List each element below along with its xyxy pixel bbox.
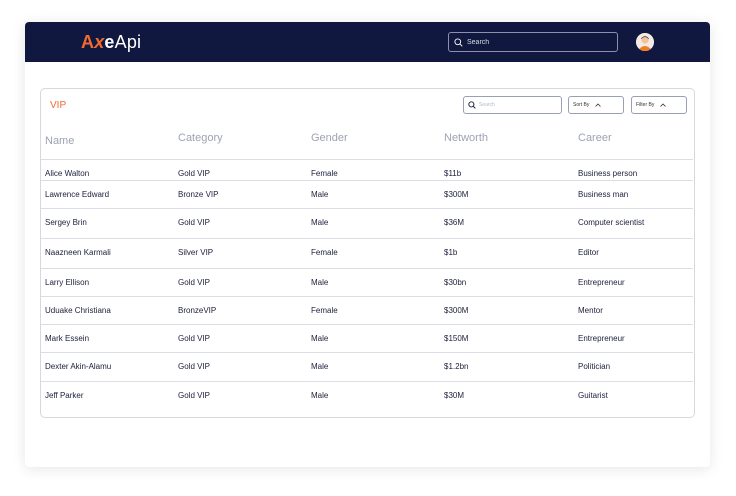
table-row[interactable]: Naazneen Karmali Silver VIP Female $1b E… [41,238,693,267]
table-row[interactable]: Lawrence Edward Bronze VIP Male $300M Bu… [41,180,693,209]
cell-gender: Male [311,190,329,199]
cell-gender: Male [311,334,329,343]
cell-career: Computer scientist [578,218,645,227]
top-navbar: Ax e Api [25,22,710,62]
table-row[interactable]: Sergey Brin Gold VIP Male $36M Computer … [41,208,693,237]
cell-gender: Male [311,391,329,400]
table-row[interactable]: Jeff Parker Gold VIP Male $30M Guitarist [41,381,693,410]
card-title: VIP [50,100,67,111]
column-header-networth[interactable]: Networth [444,132,488,144]
cell-gender: Female [311,248,338,257]
cell-networth: $1b [444,248,458,257]
logo-api-text: Api [114,31,142,52]
cell-name: Dexter Akin-Alamu [45,362,112,371]
cell-name: Sergey Brin [45,218,87,227]
cell-gender: Female [311,169,338,178]
cell-career: Politician [578,362,611,371]
column-header-career[interactable]: Career [578,132,612,144]
cell-category: Gold VIP [178,278,211,287]
table-header: Name Category Gender Networth Career [41,132,696,152]
cell-name: Jeff Parker [45,391,84,400]
cell-category: Gold VIP [178,362,211,371]
sort-by-label: Sort By [573,102,590,108]
table-row[interactable]: Uduake Christiana BronzeVIP Female $300M… [41,296,693,325]
header-search-box[interactable] [448,32,618,52]
table-row[interactable]: Dexter Akin-Alamu Gold VIP Male $1.2bn P… [41,352,693,381]
cell-networth: $300M [444,190,469,199]
cell-category: Gold VIP [178,169,211,178]
filter-by-label: Filter By [636,102,655,108]
cell-networth: $1.2bn [444,362,469,371]
cell-career: Guitarist [578,391,608,400]
column-header-gender[interactable]: Gender [311,132,348,144]
chevron-up-icon [660,103,667,107]
cell-networth: $11b [444,169,462,178]
logo-letter-e: e [104,31,115,52]
cell-career: Editor [578,248,599,257]
logo-letter-a: A [81,31,95,52]
filter-by-dropdown[interactable]: Filter By [631,96,687,114]
cell-category: Silver VIP [178,248,214,257]
cell-name: Lawrence Edward [45,190,110,199]
cell-category: Gold VIP [178,218,211,227]
cell-category: BronzeVIP [178,306,217,315]
cell-networth: $36M [444,218,465,227]
logo[interactable]: Ax e Api [81,32,141,52]
table-search-box[interactable] [463,96,562,114]
cell-category: Gold VIP [178,391,211,400]
cell-career: Mentor [578,306,603,315]
table-row[interactable]: Larry Ellison Gold VIP Male $30bn Entrep… [41,268,693,297]
cell-career: Business person [578,169,638,178]
search-icon [454,37,463,47]
cell-category: Bronze VIP [178,190,219,199]
table-row[interactable]: Mark Essein Gold VIP Male $150M Entrepre… [41,324,693,353]
table-search-input[interactable] [479,102,557,108]
cell-category: Gold VIP [178,334,211,343]
column-header-category[interactable]: Category [178,132,223,144]
cell-networth: $30M [444,391,465,400]
chevron-up-icon [595,103,602,107]
cell-name: Larry Ellison [45,278,90,287]
cell-career: Entrepreneur [578,334,625,343]
column-header-name[interactable]: Name [45,135,74,147]
cell-gender: Male [311,218,329,227]
app-window: AxeApi VIP [25,22,710,467]
logo-letter-x: x [94,31,105,52]
cell-networth: $300M [444,306,469,315]
user-avatar[interactable] [636,33,654,51]
vip-table-card: VIP Sort By Filter By Name Category Gend… [40,88,695,418]
cell-gender: Male [311,362,329,371]
cell-gender: Female [311,306,338,315]
cell-name: Naazneen Karmali [45,248,111,257]
cell-career: Business man [578,190,629,199]
cell-name: Uduake Christiana [45,306,111,315]
cell-gender: Male [311,278,329,287]
avatar-icon [636,33,654,51]
cell-networth: $30bn [444,278,467,287]
sort-by-dropdown[interactable]: Sort By [568,96,624,114]
cell-networth: $150M [444,334,469,343]
cell-name: Mark Essein [45,334,90,343]
search-icon [468,101,476,109]
cell-name: Alice Walton [45,169,90,178]
header-search-input[interactable] [467,38,607,46]
cell-career: Entrepreneur [578,278,625,287]
